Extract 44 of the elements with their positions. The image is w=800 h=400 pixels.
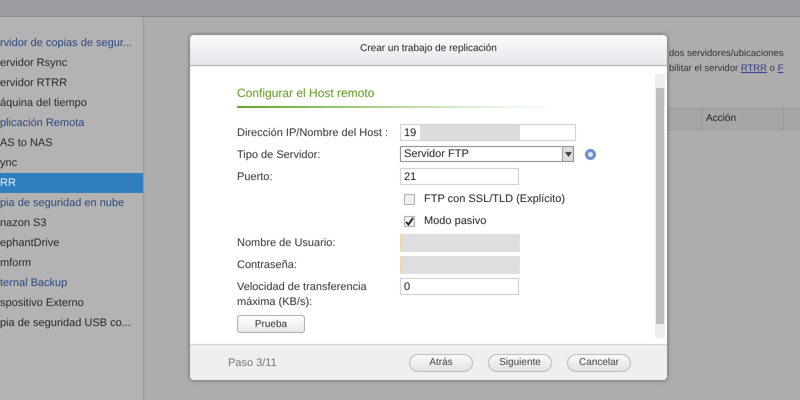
- input-field[interactable]: 21: [400, 168, 519, 185]
- sidebar-item[interactable]: nazon S3: [0, 213, 46, 233]
- dialog-title: Crear un trabajo de replicación: [190, 35, 667, 66]
- sidebar-item[interactable]: AS to NAS: [0, 133, 53, 153]
- step-indicator: Paso 3/11: [228, 356, 277, 368]
- sidebar-item[interactable]: áquina del tiempo: [0, 93, 87, 113]
- sidebar-item[interactable]: spositivo Externo: [0, 293, 84, 313]
- sidebar-item[interactable]: ephantDrive: [0, 233, 60, 253]
- description-text: dos servidores/ubicaciones: [669, 48, 784, 59]
- sidebar-item[interactable]: plicación Remota: [0, 113, 84, 133]
- dialog-button[interactable]: Cancelar: [567, 354, 631, 372]
- input-field[interactable]: 0: [400, 278, 519, 295]
- column-header: Acción: [706, 113, 736, 124]
- sidebar-item[interactable]: pia de seguridad en nube: [0, 193, 124, 213]
- input-field[interactable]: 19: [400, 124, 576, 141]
- sidebar-item[interactable]: RR: [0, 173, 143, 193]
- section-title: Configurar el Host remoto: [237, 86, 376, 102]
- field-label: Velocidad de transferencia máxima (KB/s):: [237, 281, 367, 308]
- dialog-button[interactable]: Atrás: [409, 354, 473, 372]
- sidebar-item[interactable]: ervidor RTRR: [0, 73, 68, 93]
- checkbox[interactable]: [404, 216, 415, 226]
- sidebar-item[interactable]: mform: [0, 253, 32, 273]
- description-text: bilitar el servidor RTRR o F: [669, 63, 784, 74]
- checkbox-label: FTP con SSL/TLD (Explícito): [424, 192, 566, 207]
- link[interactable]: RTRR: [740, 63, 768, 74]
- field-label: Tipo de Servidor:: [237, 149, 320, 161]
- link[interactable]: F: [778, 63, 784, 74]
- field-label: Nombre de Usuario:: [237, 237, 336, 249]
- sidebar-item[interactable]: ync: [0, 153, 18, 173]
- test-button[interactable]: Prueba: [237, 315, 305, 333]
- sidebar-item[interactable]: rvidor de copias de segur...: [0, 33, 132, 53]
- checkbox[interactable]: [404, 194, 415, 204]
- sidebar-item[interactable]: pia de seguridad USB co...: [0, 313, 131, 333]
- field-label: Contraseña:: [237, 259, 297, 271]
- help-icon[interactable]: [585, 148, 596, 160]
- dropdown[interactable]: Servidor FTP: [400, 146, 574, 162]
- caret-icon: [562, 147, 573, 161]
- field-label: Puerto:: [237, 171, 272, 183]
- scrollbar[interactable]: [655, 74, 665, 338]
- dialog-button[interactable]: Siguiente: [488, 354, 552, 372]
- sidebar-item[interactable]: ternal Backup: [0, 273, 68, 293]
- checkbox-label: Modo pasivo: [424, 214, 486, 229]
- field-label: Dirección IP/Nombre del Host :: [237, 127, 388, 139]
- sidebar-item[interactable]: ervidor Rsync: [0, 53, 68, 73]
